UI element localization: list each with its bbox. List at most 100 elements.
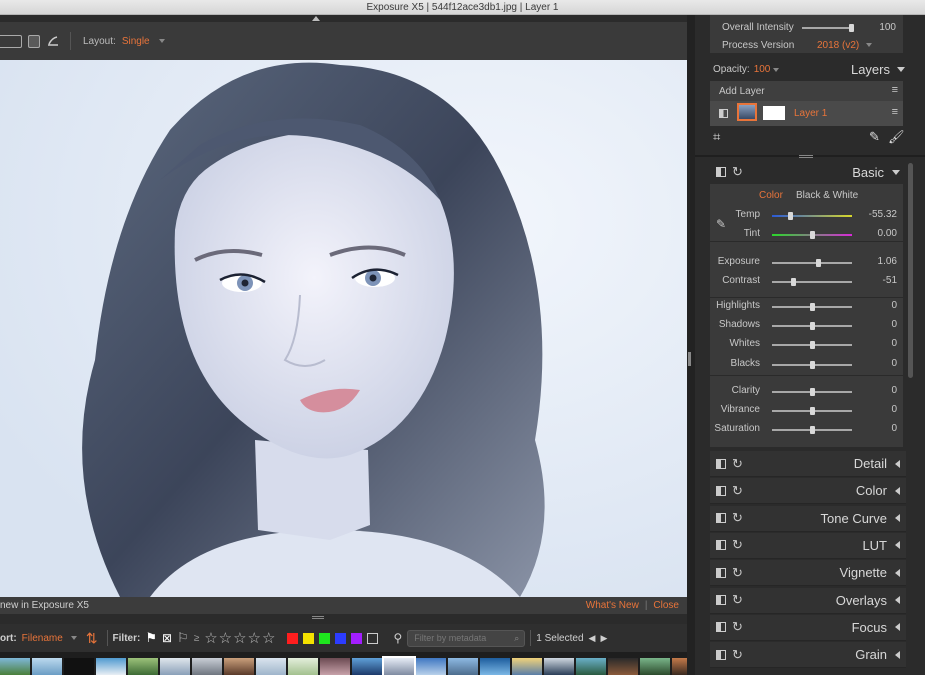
whats-new-link[interactable]: What's New — [586, 600, 639, 611]
tab-black-white[interactable]: Black & White — [796, 190, 858, 201]
divider-handle[interactable] — [688, 352, 691, 366]
brush-overlay-icon[interactable] — [46, 35, 60, 47]
reset-icon[interactable]: ↻ — [732, 456, 743, 472]
reset-icon[interactable]: ↻ — [732, 537, 743, 553]
section-vignette[interactable]: ↻ Vignette — [710, 560, 906, 587]
reset-icon[interactable]: ↻ — [732, 619, 743, 635]
slider-value[interactable]: 0.00 — [857, 228, 897, 239]
basic-reset-icon[interactable]: ↻ — [732, 164, 743, 180]
slider-saturation[interactable] — [772, 426, 852, 434]
slider-knob[interactable] — [810, 341, 815, 349]
section-detail[interactable]: ↻ Detail — [710, 451, 906, 477]
thumbnail[interactable] — [320, 658, 350, 675]
chevron-down-icon[interactable] — [70, 636, 77, 640]
expand-icon[interactable] — [895, 541, 900, 550]
layer-mask-thumbnail[interactable] — [763, 106, 785, 120]
thumbnail[interactable] — [480, 658, 510, 675]
visibility-icon[interactable] — [716, 458, 726, 469]
expand-icon[interactable] — [895, 459, 900, 468]
layer-thumbnail[interactable] — [737, 103, 757, 121]
star-rating-filter[interactable]: ☆☆☆☆☆ — [204, 629, 276, 647]
slider-contrast[interactable] — [772, 278, 852, 286]
visibility-icon[interactable] — [716, 595, 726, 605]
slider-knob[interactable] — [810, 361, 815, 369]
slider-knob[interactable] — [810, 303, 815, 311]
flag-filter-icon[interactable]: ⚑ — [145, 630, 157, 646]
slider-clarity[interactable] — [772, 388, 852, 396]
expand-icon[interactable] — [895, 568, 900, 577]
reset-icon[interactable]: ↻ — [732, 483, 743, 499]
overall-intensity-slider[interactable] — [802, 24, 854, 32]
thumbnail[interactable] — [192, 658, 222, 675]
visibility-icon[interactable] — [716, 622, 726, 633]
slider-knob[interactable] — [810, 231, 815, 239]
slider-whites[interactable] — [772, 341, 852, 349]
brush-icon[interactable]: 🖌 — [888, 129, 905, 145]
thumbnail[interactable] — [128, 658, 158, 675]
color-filter-none[interactable] — [367, 632, 379, 644]
thumbnail[interactable] — [640, 658, 670, 675]
slider-tint[interactable] — [772, 231, 852, 239]
section-tone-curve[interactable]: ↻ Tone Curve — [710, 505, 906, 532]
slider-value[interactable]: 0 — [857, 300, 897, 311]
chevron-down-icon[interactable] — [158, 39, 165, 43]
expand-icon[interactable] — [895, 623, 900, 632]
thumbnail[interactable] — [288, 658, 318, 675]
thumbnail-selected[interactable] — [382, 656, 416, 675]
thumbnail[interactable] — [256, 658, 286, 675]
slider-value[interactable]: 0 — [857, 404, 897, 415]
slider-shadows[interactable] — [772, 322, 852, 330]
slider-highlights[interactable] — [772, 303, 852, 311]
slider-blacks[interactable] — [772, 361, 852, 369]
panel-divider[interactable] — [687, 15, 695, 675]
thumbnail[interactable] — [416, 658, 446, 675]
thumbnail[interactable] — [64, 658, 94, 675]
slider-value[interactable]: 0 — [857, 319, 897, 330]
slider-temp[interactable] — [772, 212, 852, 220]
thumbnail[interactable] — [608, 658, 638, 675]
expand-icon[interactable] — [895, 514, 900, 523]
thumbnail[interactable] — [352, 658, 382, 675]
reset-icon[interactable]: ↻ — [732, 592, 743, 608]
section-focus[interactable]: ↻ Focus — [710, 614, 906, 641]
slider-knob[interactable] — [810, 407, 815, 415]
metadata-filter-input[interactable]: Filter by metadata ⌕ — [407, 629, 526, 647]
color-filter-yellow[interactable] — [303, 632, 315, 644]
slider-value[interactable]: -55.32 — [857, 209, 897, 220]
panel-scrollbar[interactable] — [908, 163, 913, 378]
layer-menu-icon[interactable]: ≡ — [892, 106, 898, 118]
slider-knob[interactable] — [810, 322, 815, 330]
sort-select[interactable]: Filename — [22, 633, 63, 644]
visibility-icon[interactable] — [716, 513, 726, 524]
slider-value[interactable]: 0 — [857, 338, 897, 349]
slider-value[interactable]: 0 — [857, 385, 897, 396]
process-version-select[interactable]: 2018 (v2) — [817, 40, 859, 51]
section-color[interactable]: ↻ Color — [710, 478, 906, 505]
tab-color[interactable]: Color — [759, 190, 783, 201]
prev-image-icon[interactable]: ◀ — [589, 633, 596, 644]
chevron-down-icon[interactable] — [773, 67, 780, 72]
basic-visibility-icon[interactable] — [716, 167, 726, 177]
section-grain[interactable]: ↻ Grain — [710, 642, 906, 669]
unflagged-filter-icon[interactable]: ⚐ — [177, 630, 189, 646]
metadata-filter-icon[interactable]: ⚲ — [393, 631, 402, 645]
slider-value[interactable]: 0 — [857, 423, 897, 434]
chevron-down-icon[interactable] — [866, 43, 872, 47]
slider-value[interactable]: 1.06 — [857, 256, 897, 267]
layer-row[interactable]: Layer 1 ≡ — [710, 101, 903, 126]
slider-value[interactable]: -51 — [857, 275, 897, 286]
visibility-icon[interactable] — [716, 540, 726, 551]
visibility-icon[interactable] — [716, 567, 726, 578]
panel-resize-handle[interactable] — [799, 155, 813, 158]
next-image-icon[interactable]: ▶ — [600, 633, 607, 644]
expand-icon[interactable] — [895, 486, 900, 495]
main-photo[interactable] — [0, 60, 687, 597]
layer-visibility-icon[interactable] — [719, 109, 728, 118]
layout-select[interactable]: Single — [122, 36, 150, 47]
thumbnail[interactable] — [32, 658, 62, 675]
reset-icon[interactable]: ↻ — [732, 510, 743, 526]
thumbnail[interactable] — [448, 658, 478, 675]
view-mode-button[interactable] — [0, 34, 22, 48]
visibility-icon[interactable] — [716, 485, 726, 496]
thumbnail[interactable] — [160, 658, 190, 675]
